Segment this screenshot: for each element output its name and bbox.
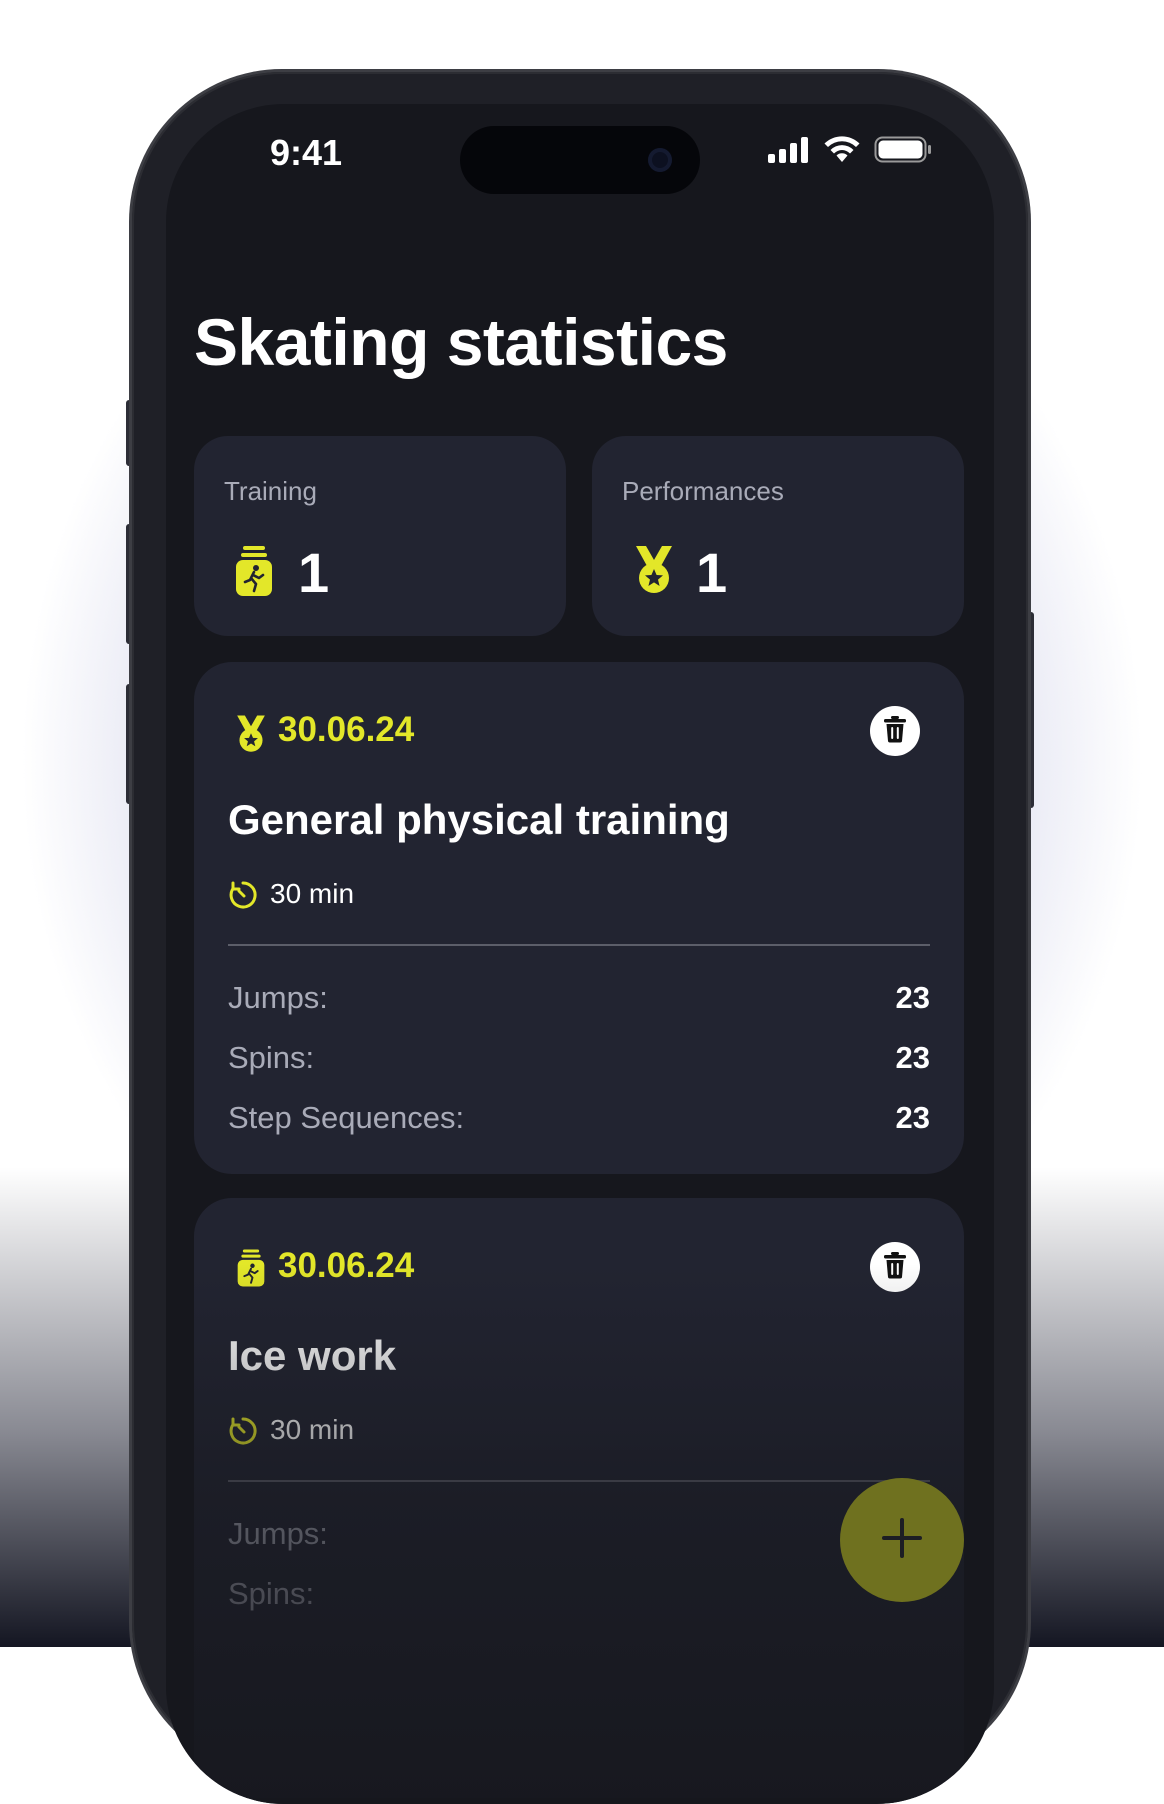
wifi-icon [824, 136, 860, 168]
performances-label: Performances [622, 476, 784, 506]
page-title: Skating statistics [194, 305, 728, 379]
delete-button[interactable] [870, 1242, 920, 1292]
stat-label: Spins: [228, 1040, 315, 1075]
training-count: 1 [298, 541, 330, 604]
summary-training-card: Training 1 [194, 436, 566, 636]
training-jar-icon [236, 1248, 266, 1293]
plus-icon [880, 1516, 924, 1565]
status-icons [768, 136, 932, 168]
add-entry-button[interactable] [840, 1478, 964, 1602]
entry-card[interactable]: 30.06.24 Ice work 30 min Jumps: Spins: [194, 1198, 964, 1798]
entry-duration: 30 min [270, 878, 355, 909]
timer-icon [228, 880, 258, 915]
stat-value: 23 [895, 1100, 930, 1135]
stat-row-spins: Spins: 23 [228, 1040, 930, 1080]
medal-icon [234, 714, 268, 759]
stat-label: Step Sequences: [228, 1100, 465, 1135]
trash-icon [883, 715, 907, 748]
stat-label: Jumps: [228, 980, 328, 1015]
delete-button[interactable] [870, 706, 920, 756]
signal-icon [768, 136, 810, 168]
trash-icon [883, 1251, 907, 1284]
entry-duration: 30 min [270, 1414, 355, 1445]
medal-icon [632, 544, 676, 601]
divider [228, 1480, 930, 1482]
stat-value: 23 [895, 1040, 930, 1075]
entry-date: 30.06.24 [278, 710, 415, 749]
stat-label: Jumps: [228, 1516, 328, 1551]
app-screen: 9:41 Skating statistics Training 1 Perfo… [166, 104, 994, 1804]
summary-performances-card: Performances 1 [592, 436, 964, 636]
battery-icon [874, 136, 932, 168]
performances-count: 1 [696, 541, 728, 604]
stat-row-step-sequences: Step Sequences: 23 [228, 1100, 930, 1140]
timer-icon [228, 1416, 258, 1451]
divider [228, 944, 930, 946]
entry-name: General physical training [228, 796, 730, 843]
training-jar-icon [234, 544, 274, 603]
training-label: Training [224, 476, 317, 506]
stat-row-jumps: Jumps: [228, 1516, 930, 1556]
entry-date: 30.06.24 [278, 1246, 415, 1285]
stat-value: 23 [895, 980, 930, 1015]
entry-card[interactable]: 30.06.24 General physical training 30 mi… [194, 662, 964, 1174]
stat-row-spins: Spins: [228, 1576, 930, 1616]
stat-row-jumps: Jumps: 23 [228, 980, 930, 1020]
front-camera [648, 148, 672, 172]
entry-name: Ice work [228, 1332, 397, 1379]
stat-label: Spins: [228, 1576, 315, 1611]
dynamic-island [460, 126, 700, 194]
status-time: 9:41 [270, 132, 343, 173]
